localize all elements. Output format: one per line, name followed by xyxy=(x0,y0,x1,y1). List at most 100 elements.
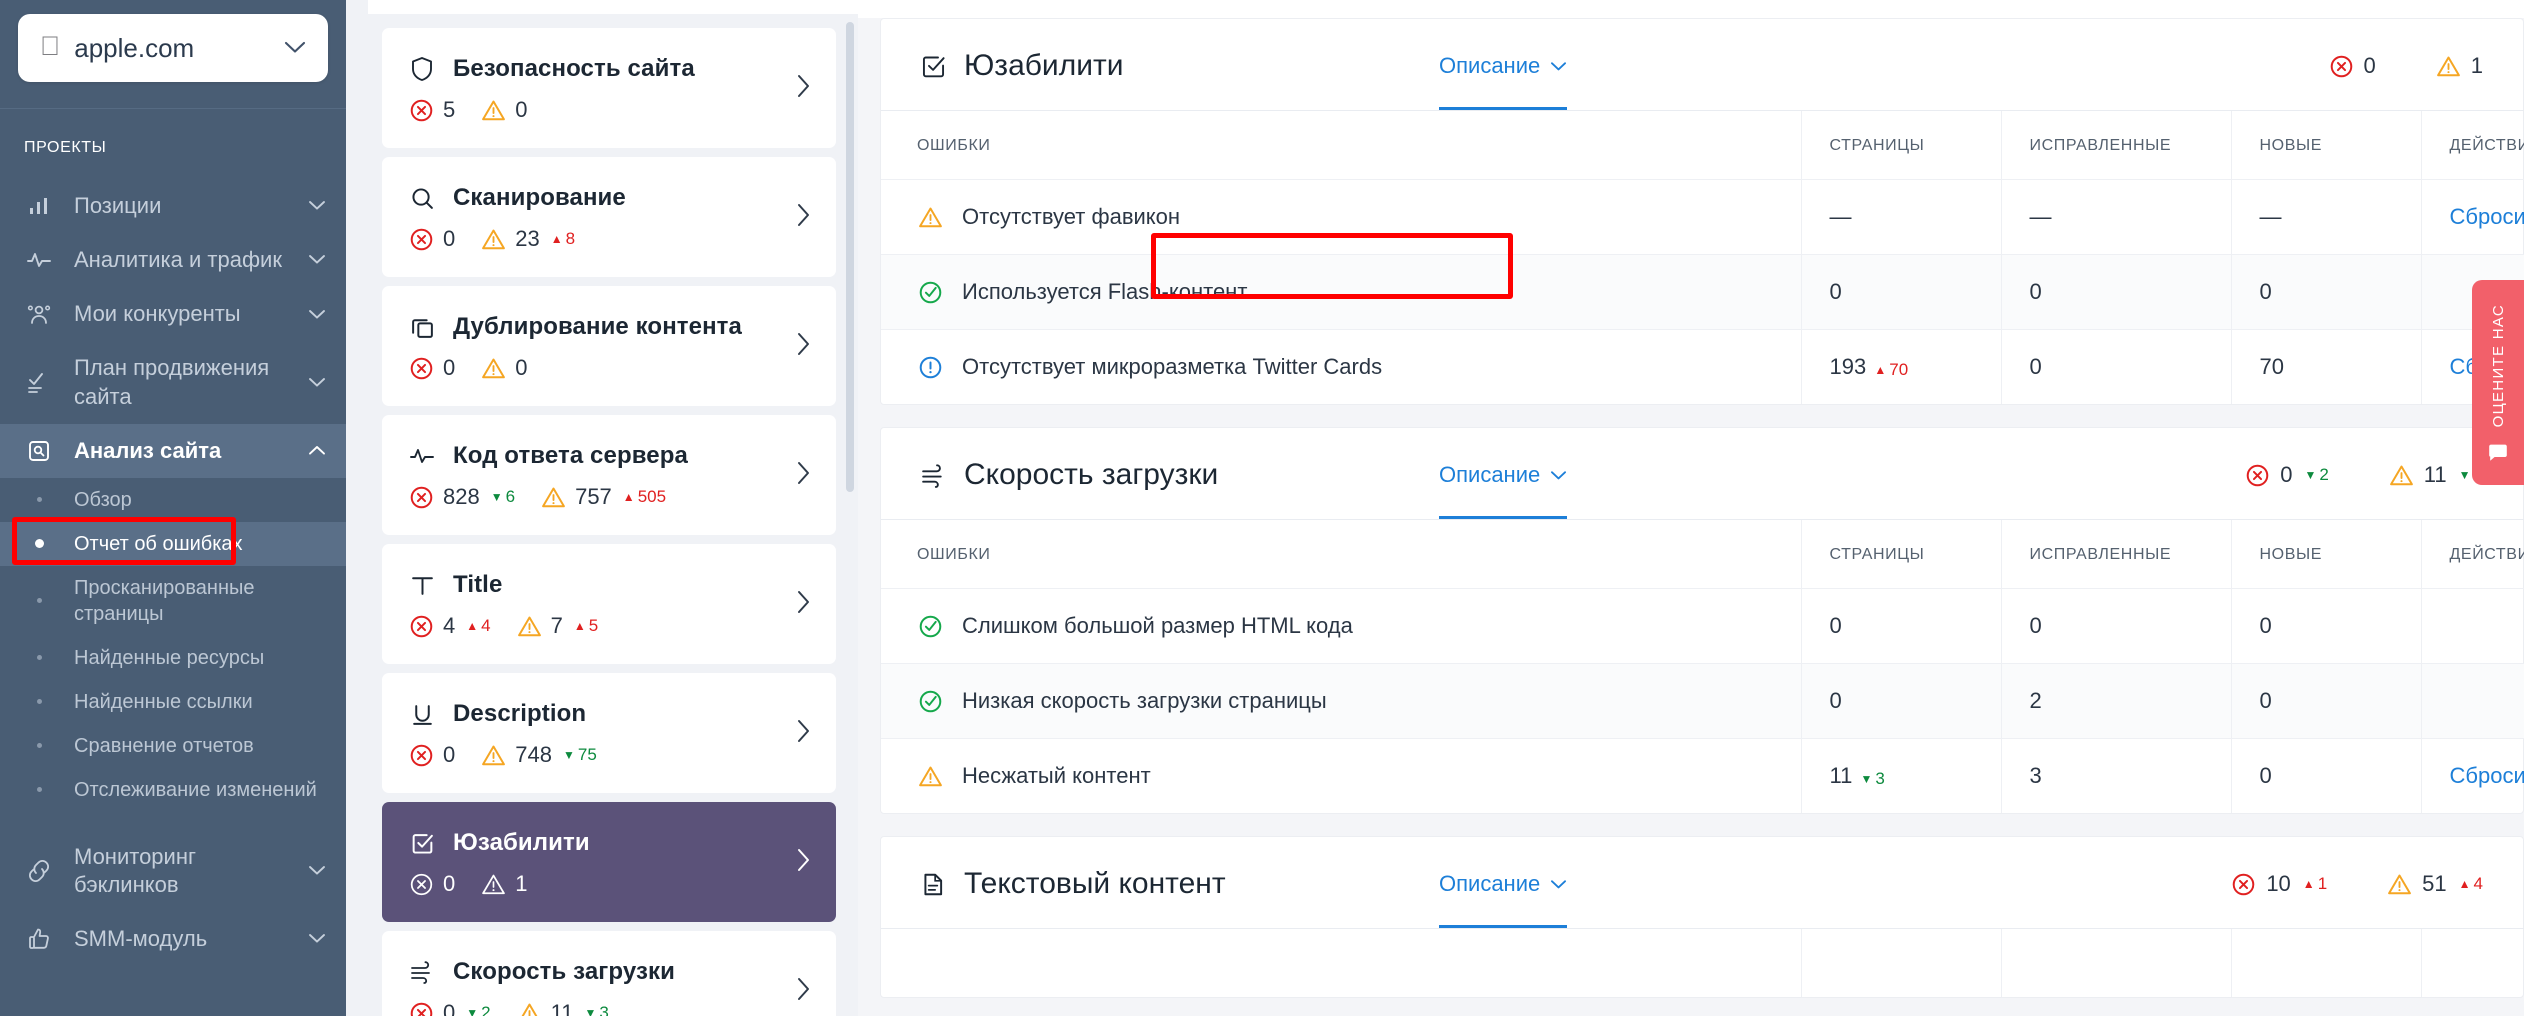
cell-fixed: 0 xyxy=(2001,589,2231,664)
table-row[interactable]: Отсутствует микроразметка Twitter Cards … xyxy=(881,330,2524,405)
warning-count: 7 xyxy=(551,613,563,639)
sidebar-item-positions[interactable]: Позиции xyxy=(0,179,346,233)
cell-new: 70 xyxy=(2231,330,2421,405)
error-count: 0 xyxy=(2280,462,2292,488)
category-card-duplicate-content[interactable]: Дублирование контента 0 0 xyxy=(382,286,836,406)
warning-delta: ▲5 xyxy=(574,616,598,636)
speed-icon xyxy=(919,461,947,489)
category-card-loading-speed[interactable]: Скорость загрузки 0 ▼2 11 ▼3 xyxy=(382,931,836,1016)
error-icon xyxy=(409,743,434,768)
table-row[interactable]: Низкая скорость загрузки страницы 0 2 0 xyxy=(881,664,2524,739)
cards-scrollbar[interactable] xyxy=(846,22,854,492)
warning-delta: ▲505 xyxy=(623,487,666,507)
category-card-security[interactable]: Безопасность сайта 5 0 xyxy=(382,28,836,148)
category-card-scanning[interactable]: Сканирование 0 23 ▲8 xyxy=(382,157,836,277)
warning-count: 11 xyxy=(551,1000,574,1016)
chevron-right-icon[interactable] xyxy=(786,331,812,364)
link-icon xyxy=(24,859,54,883)
warning-count: 23 xyxy=(515,226,539,252)
sidebar-item-competitors[interactable]: Мои конкуренты xyxy=(0,287,346,341)
sidebar-item-smm-module[interactable]: SMM-модуль xyxy=(0,912,346,966)
warning-count: 757 xyxy=(575,484,612,510)
sidebar-subitem-overview[interactable]: Обзор xyxy=(0,478,346,522)
warning-stat: 757 ▲505 xyxy=(541,484,666,510)
category-card-usability[interactable]: Юзабилити 0 1 xyxy=(382,802,836,922)
chevron-right-icon[interactable] xyxy=(786,976,812,1009)
main-content: Юзабилити Описание 0 1 xyxy=(858,0,2524,1016)
warning-icon xyxy=(481,872,506,897)
error-stat: 828 ▼6 xyxy=(409,484,515,510)
chevron-right-icon[interactable] xyxy=(786,202,812,235)
site-picker[interactable]:  apple.com xyxy=(18,14,328,82)
warning-icon xyxy=(481,743,506,768)
sidebar-item-label: Мониторинг бэклинков xyxy=(74,843,288,899)
warning-icon xyxy=(517,614,542,639)
error-count: 0 xyxy=(443,226,455,252)
chevron-right-icon[interactable] xyxy=(786,847,812,880)
category-card-description[interactable]: Description 0 748 ▼75 xyxy=(382,673,836,793)
sidebar-item-promotion-plan[interactable]: План продвижения сайта xyxy=(0,341,346,423)
sidebar-subitem-found-links[interactable]: Найденные ссылки xyxy=(0,680,346,724)
error-icon xyxy=(409,614,434,639)
col-action: ДЕЙСТВИЕ xyxy=(2421,520,2524,589)
sidebar-item-backlinks-monitoring[interactable]: Мониторинг бэклинков xyxy=(0,830,346,912)
panel-loading-speed: Скорость загрузки Описание 0 ▼2 11 ▼ xyxy=(880,427,2524,814)
reset-link[interactable]: Сбросить xyxy=(2450,763,2524,788)
reset-link[interactable]: Сбросить xyxy=(2450,204,2524,229)
warning-delta: ▼3 xyxy=(584,1003,608,1016)
warning-stat: 11 ▼3 xyxy=(517,1000,609,1016)
panel-header: Скорость загрузки Описание 0 ▼2 11 ▼ xyxy=(881,428,2523,519)
sidebar-subitem-track-changes[interactable]: Отслеживание изменений xyxy=(0,768,346,812)
sidebar-subitem-error-report[interactable]: Отчет об ошибках xyxy=(0,522,346,566)
cell-fixed: 3 xyxy=(2001,739,2231,814)
panel-summary: 10 ▲1 51 ▲4 xyxy=(2231,867,2483,897)
col-fixed: ИСПРАВЛЕННЫЕ xyxy=(2001,520,2231,589)
chevron-right-icon[interactable] xyxy=(786,73,812,106)
panel-title: Текстовый контент xyxy=(964,867,1226,901)
warning-delta: ▲8 xyxy=(551,229,575,249)
chevron-right-icon[interactable] xyxy=(786,460,812,493)
sidebar-subitem-compare-reports[interactable]: Сравнение отчетов xyxy=(0,724,346,768)
category-card-server-response[interactable]: Код ответа сервера 828 ▼6 757 ▲505 xyxy=(382,415,836,535)
col-pages: СТРАНИЦЫ xyxy=(1801,111,2001,180)
error-icon xyxy=(2231,872,2256,897)
warning-icon xyxy=(917,763,943,789)
warning-icon xyxy=(481,98,506,123)
card-title: Безопасность сайта xyxy=(453,55,695,83)
error-stat: 10 ▲1 xyxy=(2231,871,2327,897)
warning-count: 11 xyxy=(2424,462,2447,488)
error-icon xyxy=(2245,463,2270,488)
chevron-down-icon xyxy=(1550,879,1567,890)
sidebar-item-label: Анализ сайта xyxy=(74,437,288,465)
error-icon xyxy=(2329,54,2354,79)
warning-stat: 11 ▼3 xyxy=(2389,462,2483,488)
bullet-icon xyxy=(24,539,54,548)
error-delta: ▼2 xyxy=(466,1003,490,1016)
panel-title-wrap: Скорость загрузки xyxy=(919,458,1439,492)
cell-error-name: Отсутствует микроразметка Twitter Cards xyxy=(881,330,1801,405)
sidebar-subitem-found-resources[interactable]: Найденные ресурсы xyxy=(0,636,346,680)
chevron-right-icon[interactable] xyxy=(786,589,812,622)
table-row[interactable]: Несжатый контент 11 ▼3 3 0 Сбросить xyxy=(881,739,2524,814)
col-fixed xyxy=(2001,929,2231,998)
table-row[interactable]: Используется Flash-контент 0 0 0 xyxy=(881,255,2524,330)
sidebar-item-analytics[interactable]: Аналитика и трафик xyxy=(0,233,346,287)
table-row[interactable]: Слишком большой размер HTML кода 0 0 0 xyxy=(881,589,2524,664)
chevron-down-icon[interactable] xyxy=(284,39,306,58)
col-new: НОВЫЕ xyxy=(2231,111,2421,180)
tab-description[interactable]: Описание xyxy=(1439,871,1567,928)
table-row[interactable]: Отсутствует фавикон — — — Сбросить xyxy=(881,180,2524,255)
chevron-right-icon[interactable] xyxy=(786,718,812,751)
sidebar-subitem-scanned-pages[interactable]: Просканированные страницы xyxy=(0,566,346,636)
category-card-title[interactable]: Title 4 ▲4 7 ▲5 xyxy=(382,544,836,664)
cell-error-name: Слишком большой размер HTML кода xyxy=(881,589,1801,664)
panel-summary: 0 1 xyxy=(2329,49,2484,79)
feedback-tab[interactable]: ОЦЕНИТЕ НАС xyxy=(2472,280,2524,485)
sidebar-subitem-label: Просканированные страницы xyxy=(74,575,326,627)
errors-table-loading-speed: ОШИБКИ СТРАНИЦЫ ИСПРАВЛЕННЫЕ НОВЫЕ ДЕЙСТ… xyxy=(881,519,2524,813)
tab-description[interactable]: Описание xyxy=(1439,53,1567,110)
sidebar-item-site-analysis[interactable]: Анализ сайта xyxy=(0,424,346,478)
cell-pages: — xyxy=(1801,180,2001,255)
top-white-strip-2 xyxy=(858,0,2524,18)
tab-description[interactable]: Описание xyxy=(1439,462,1567,519)
